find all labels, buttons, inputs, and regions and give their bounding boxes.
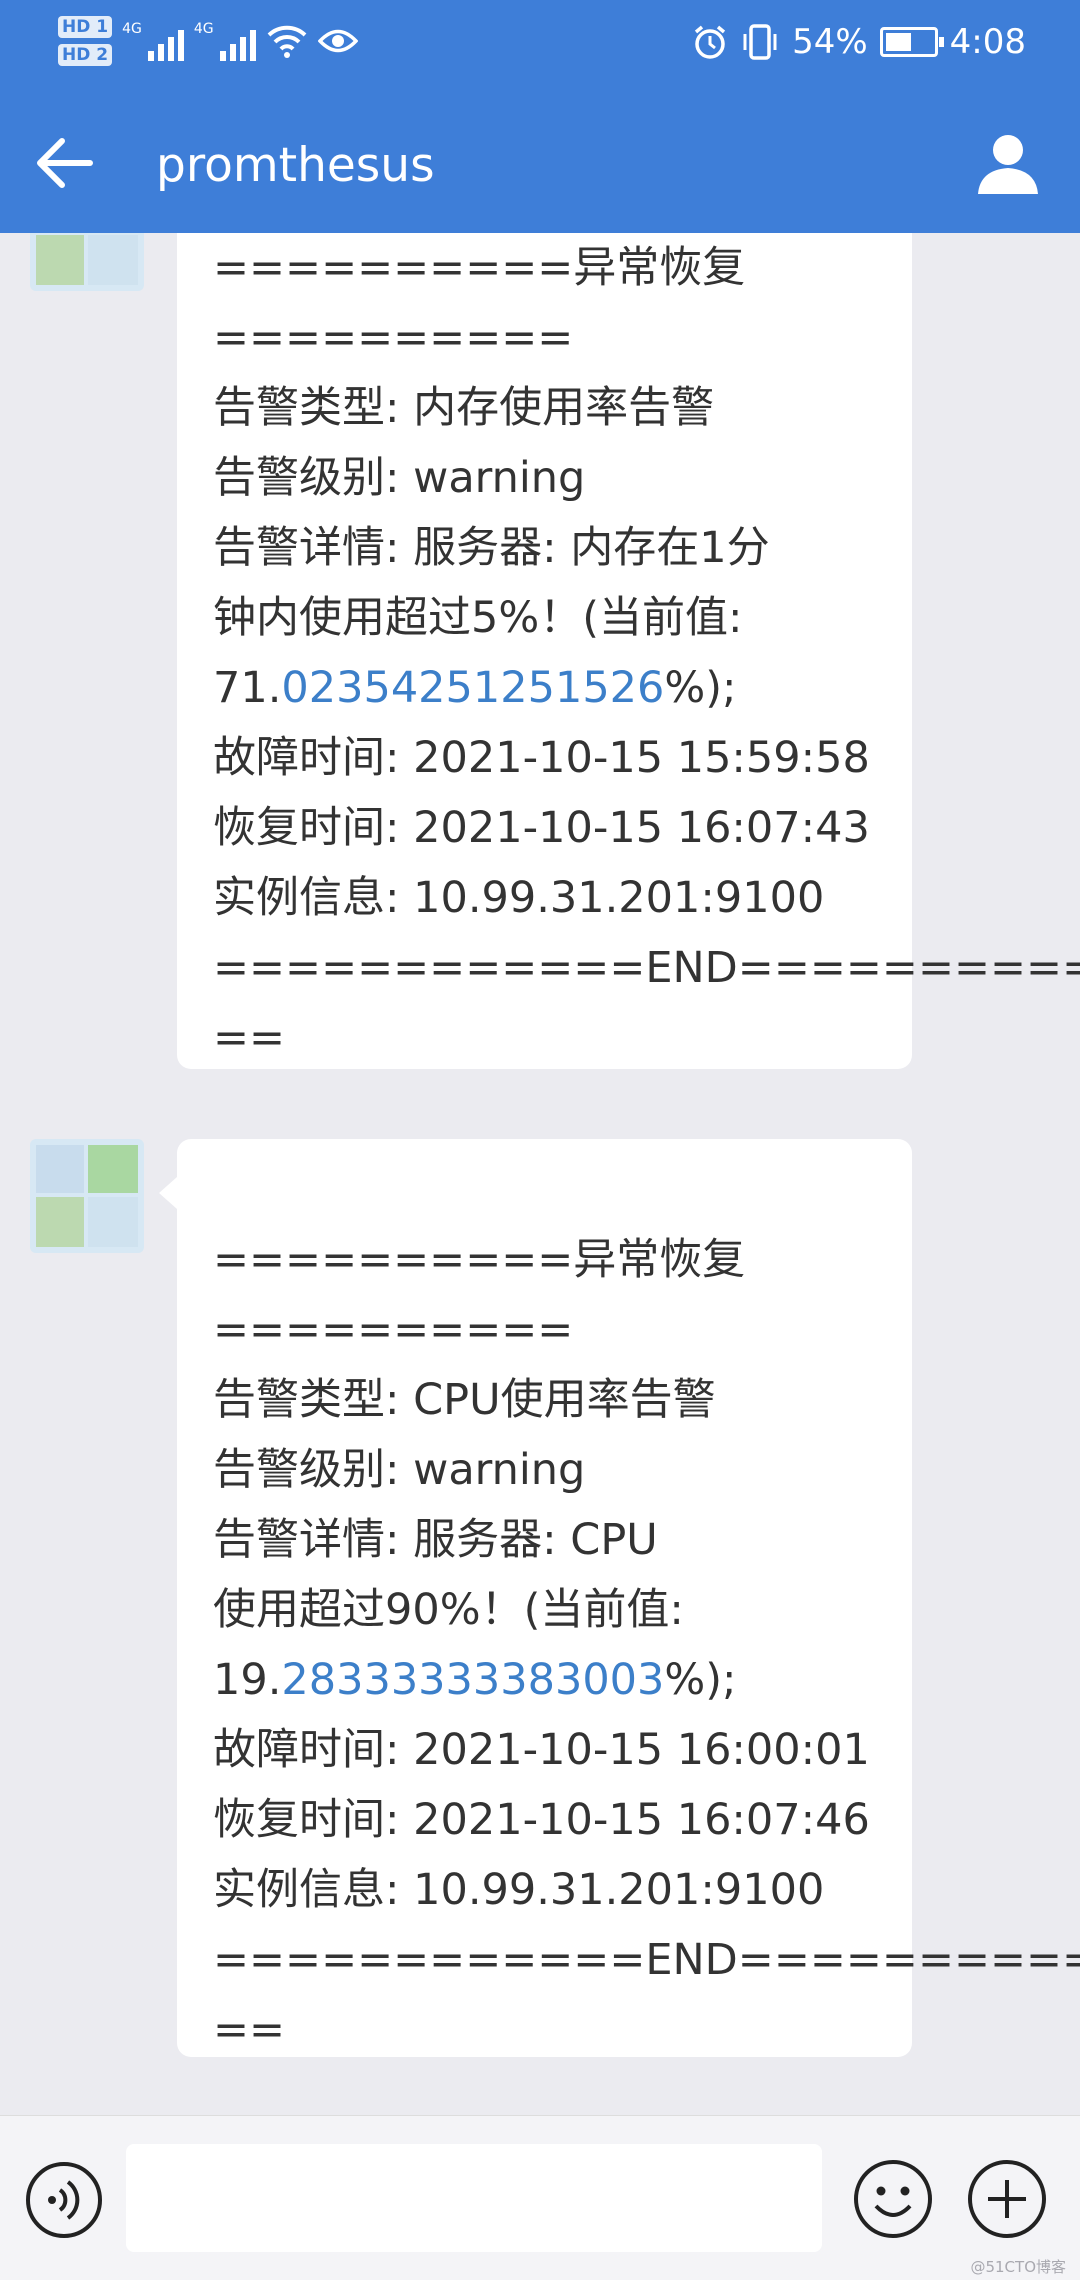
message-line: 恢复时间: 2021-10-15 16:07:43 — [213, 803, 870, 853]
status-bar: HD 1 HD 2 4G 4G 54% 4:08 — [0, 0, 1080, 92]
hd-indicators: HD 1 HD 2 — [58, 16, 113, 66]
message-line: 71.02354251251526%); — [213, 663, 737, 713]
message-line: 告警类型: CPU使用率告警 — [213, 1375, 716, 1425]
number-link[interactable]: 02354251251526 — [281, 663, 664, 713]
input-bar — [0, 2115, 1080, 2280]
message-line: == — [213, 2005, 286, 2055]
message-line: 恢复时间: 2021-10-15 16:07:46 — [213, 1795, 870, 1845]
message-line: 故障时间: 2021-10-15 15:59:58 — [213, 733, 870, 783]
message-line: ============END========== — [213, 943, 1080, 993]
message-line: ==========异常恢复 — [213, 243, 746, 293]
toolbar: promthesus — [0, 100, 1080, 230]
battery-fill — [885, 33, 911, 51]
page-title: promthesus — [156, 138, 435, 193]
message-line: 告警类型: 内存使用率告警 — [213, 383, 715, 433]
battery-percent: 54% — [792, 22, 868, 62]
message-line: 实例信息: 10.99.31.201:9100 — [213, 1865, 825, 1915]
number-link[interactable]: 28333333383003 — [281, 1655, 664, 1705]
message-line: ============END========== — [213, 1935, 1080, 1985]
vibrate-icon — [743, 24, 777, 60]
signal-icon: 4G — [122, 21, 184, 61]
hd2-badge: HD 2 — [58, 44, 113, 66]
eye-icon — [317, 29, 358, 53]
watermark: @51CTO博客 — [970, 2258, 1066, 2276]
signal-icon: 4G — [194, 21, 256, 61]
message-line: 使用超过90%！(当前值: — [213, 1585, 684, 1635]
person-icon[interactable] — [972, 128, 1044, 200]
status-left: HD 1 HD 2 4G 4G — [58, 16, 358, 66]
status-right: 54% 4:08 — [692, 22, 1026, 62]
clock: 4:08 — [949, 22, 1026, 62]
message-bubble[interactable]: ==========异常恢复 ========== 告警类型: 内存使用率告警 … — [177, 233, 1080, 1069]
plus-icon[interactable] — [966, 2158, 1048, 2240]
alarm-icon — [694, 25, 726, 59]
message-line: ========== — [213, 1305, 574, 1355]
voice-icon[interactable] — [24, 2160, 104, 2240]
message-line: 故障时间: 2021-10-15 16:00:01 — [213, 1725, 870, 1775]
back-arrow-icon[interactable] — [30, 128, 100, 198]
message-line: 钟内使用超过5%！(当前值: — [213, 593, 743, 643]
avatar[interactable] — [30, 1139, 144, 1253]
message-line: 19.28333333383003%); — [213, 1655, 737, 1705]
message-line: 告警级别: warning — [213, 1445, 586, 1495]
message-line: 告警详情: 服务器: 内存在1分 — [213, 523, 770, 573]
emoji-icon[interactable] — [852, 2158, 934, 2240]
bubble-tail — [159, 1177, 177, 1209]
avatar[interactable] — [30, 233, 144, 291]
message-line: 告警级别: warning — [213, 453, 586, 503]
message-line: 实例信息: 10.99.31.201:9100 — [213, 873, 825, 923]
message-line: 告警详情: 服务器: CPU — [213, 1515, 658, 1565]
message-line: ========== — [213, 313, 574, 363]
message-input[interactable] — [126, 2144, 822, 2252]
battery-icon — [879, 27, 944, 57]
hd1-badge: HD 1 — [58, 16, 113, 38]
message-bubble[interactable]: ==========异常恢复 ========== 告警类型: CPU使用率告警… — [159, 1139, 1080, 2057]
message-line: == — [213, 1013, 286, 1063]
wifi-icon — [267, 25, 307, 58]
message-list[interactable]: ==========异常恢复 ========== 告警类型: 内存使用率告警 … — [0, 233, 1080, 2115]
message-line: ==========异常恢复 — [213, 1235, 746, 1285]
app-header: HD 1 HD 2 4G 4G 54% 4:08 promthesus — [0, 0, 1080, 233]
